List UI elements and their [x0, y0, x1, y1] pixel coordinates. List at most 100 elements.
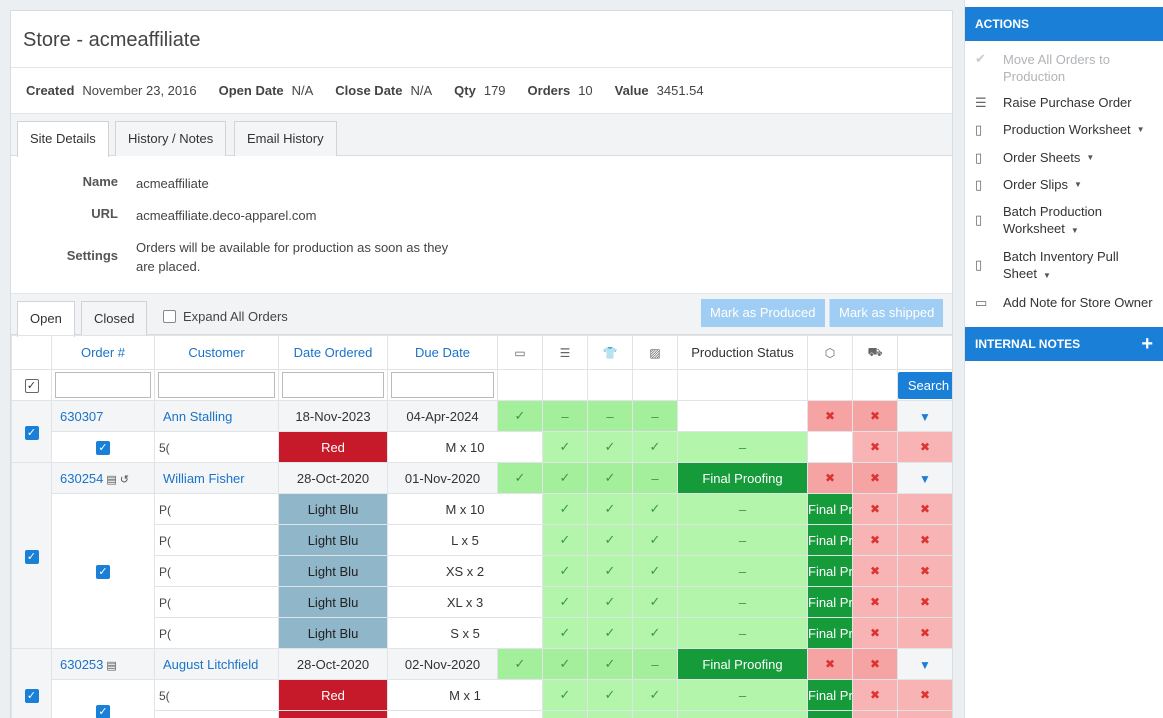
order-filter-input[interactable] [54, 372, 152, 398]
dash-icon: – [542, 400, 588, 432]
order-number-link[interactable]: 630307 [51, 400, 155, 432]
due-date-filter-input[interactable] [390, 372, 495, 398]
tab-email-history[interactable]: Email History [234, 121, 337, 156]
batch-inventory-pull-sheet-action[interactable]: ▯ Batch Inventory Pull Sheet ▼ [965, 248, 1163, 293]
production-status: Final Proofing [807, 617, 853, 649]
date-ordered: 18-Nov-2023 [278, 400, 388, 432]
mark-as-produced-button[interactable]: Mark as Produced [701, 299, 825, 327]
notes-icon[interactable]: ▤ [106, 660, 116, 672]
dash-icon: – [632, 462, 678, 494]
customer-link[interactable]: August Litchfield [154, 648, 279, 680]
check-icon: ✓ [542, 679, 588, 711]
customer-link[interactable]: William Fisher [154, 462, 279, 494]
x-icon: ✖ [852, 400, 898, 432]
package-icon: ⬡ [824, 346, 836, 360]
document-icon: ▯ [975, 150, 983, 165]
dropdown-caret-icon: ▼ [1042, 271, 1051, 280]
x-icon: ✖ [897, 555, 952, 587]
line-color: Light Blu [278, 586, 388, 618]
expand-all-orders[interactable]: Expand All Orders [163, 309, 288, 324]
history-icon[interactable]: ↺ [120, 474, 129, 486]
col-customer[interactable]: Customer [154, 335, 279, 370]
detail-tabs: Site Details History / Notes Email Histo… [11, 114, 952, 157]
line-sku: P( [159, 564, 171, 579]
order-checkbox[interactable]: ✓ [24, 549, 39, 564]
check-icon: ✓ [587, 679, 633, 711]
customer-filter-input[interactable] [158, 372, 275, 398]
check-icon: ✓ [542, 555, 588, 587]
dash-icon: – [677, 493, 808, 525]
due-date: 02-Nov-2020 [387, 648, 498, 680]
x-icon: ✖ [852, 431, 898, 463]
order-checkbox[interactable]: ✓ [24, 689, 39, 703]
folder-icon: ▭ [514, 346, 526, 360]
table-row: ✓ 5( Red M x 1 ✓✓✓– Final Proofing ✖✖ [12, 679, 952, 718]
summary-value: N/A [410, 83, 433, 98]
move-all-orders-action[interactable]: ✔ Move All Orders to Production [965, 51, 1163, 87]
check-icon: ✓ [587, 617, 633, 649]
notes-icon[interactable]: ▤ [106, 474, 116, 486]
line-sku: P( [159, 595, 171, 610]
check-icon: ✓ [587, 586, 633, 618]
expand-caret-icon[interactable]: ▼ [919, 410, 931, 424]
x-icon: ✖ [852, 586, 898, 618]
dropdown-caret-icon: ▼ [1086, 153, 1095, 162]
batch-production-worksheet-action[interactable]: ▯ Batch Production Worksheet ▼ [965, 203, 1163, 248]
x-icon: ✖ [852, 493, 898, 525]
dash-icon: – [677, 524, 808, 556]
tab-history-notes[interactable]: History / Notes [115, 121, 227, 156]
summary-value: 10 [578, 83, 593, 98]
tab-open[interactable]: Open [17, 301, 75, 337]
mark-as-shipped-button[interactable]: Mark as shipped [829, 299, 944, 327]
search-button[interactable]: Search [898, 371, 952, 399]
date-ordered: 28-Oct-2020 [278, 462, 388, 494]
check-icon: ✓ [632, 617, 678, 649]
check-icon: ✓ [632, 586, 678, 618]
raise-purchase-order-action[interactable]: ☰ Raise Purchase Order [965, 93, 1163, 120]
check-icon: ✓ [587, 555, 633, 587]
order-checkbox[interactable]: ✓ [24, 425, 39, 440]
date-ordered-filter-input[interactable] [281, 372, 385, 398]
check-icon: ✓ [542, 431, 588, 463]
col-order-number[interactable]: Order # [51, 335, 155, 370]
add-note-plus-icon[interactable]: + [1141, 327, 1153, 361]
expand-all-checkbox[interactable] [163, 310, 176, 323]
document-icon: ▯ [975, 257, 983, 272]
order-slips-action[interactable]: ▯ Order Slips ▼ [965, 175, 1163, 203]
x-icon: ✖ [852, 462, 898, 494]
order-number-link[interactable]: 630253 [60, 657, 103, 672]
check-icon: ✓ [632, 431, 678, 463]
line-color: Light Blu [278, 524, 388, 556]
expand-caret-icon[interactable]: ▼ [919, 658, 931, 672]
summary-label: Qty [454, 83, 476, 98]
col-date-ordered[interactable]: Date Ordered [278, 335, 388, 370]
tab-site-details[interactable]: Site Details [17, 121, 109, 157]
order-sheets-action[interactable]: ▯ Order Sheets ▼ [965, 148, 1163, 175]
dash-icon: – [632, 400, 678, 432]
x-icon: ✖ [897, 524, 952, 556]
line-checkbox[interactable]: ✓ [96, 704, 110, 718]
internal-notes-header: INTERNAL NOTES + [965, 327, 1163, 361]
select-all-checkbox[interactable]: ✓ [24, 379, 39, 393]
col-due-date[interactable]: Due Date [387, 335, 498, 370]
order-number-link[interactable]: 630254 [60, 471, 103, 486]
line-sku: 5( [159, 688, 170, 703]
line-checkbox[interactable]: ✓ [96, 565, 110, 579]
summary-value: N/A [291, 83, 314, 98]
summary-label: Created [26, 83, 75, 98]
url-label: URL [91, 206, 118, 221]
add-note-action[interactable]: ▭ Add Note for Store Owner [965, 293, 1163, 320]
actions-header: ACTIONS [965, 7, 1163, 41]
document-icon: ☰ [559, 346, 571, 360]
production-worksheet-action[interactable]: ▯ Production Worksheet ▼ [965, 120, 1163, 148]
line-checkbox[interactable]: ✓ [96, 441, 110, 455]
summary-label: Orders [527, 83, 571, 98]
due-date: 01-Nov-2020 [387, 462, 498, 494]
check-icon: ✓ [587, 431, 633, 463]
expand-caret-icon[interactable]: ▼ [919, 472, 931, 486]
summary-label: Open Date [218, 83, 284, 98]
customer-link[interactable]: Ann Stalling [154, 400, 279, 432]
tab-closed[interactable]: Closed [81, 301, 148, 336]
dropdown-caret-icon: ▼ [1074, 180, 1082, 189]
tshirt-icon: 👕 [602, 346, 618, 360]
